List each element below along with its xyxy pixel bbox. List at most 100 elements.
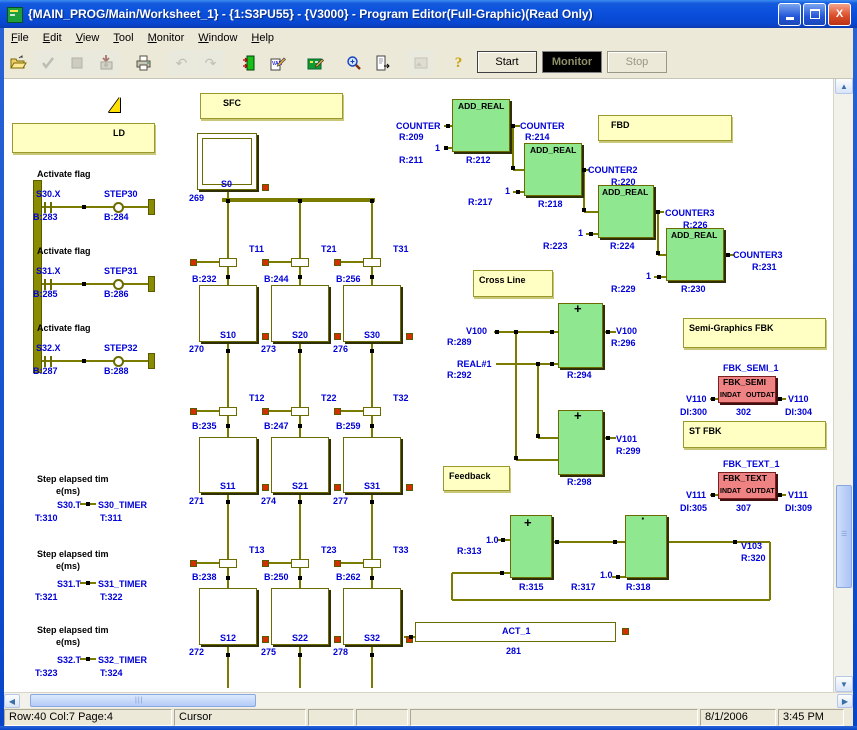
wire	[341, 261, 363, 263]
junction-dot	[446, 124, 450, 128]
note-cross-line[interactable]: Cross Line	[473, 270, 553, 297]
sfc-transition-bar[interactable]	[363, 407, 381, 416]
label: S31	[364, 481, 380, 491]
goto-icon[interactable]	[369, 50, 396, 76]
sfc-transition-bar[interactable]	[291, 407, 309, 416]
red-marker[interactable]	[262, 560, 269, 567]
label: V111	[686, 490, 706, 500]
note-feedback[interactable]: Feedback	[443, 466, 510, 491]
label: V111	[788, 490, 808, 500]
red-marker[interactable]	[262, 484, 269, 491]
red-marker[interactable]	[406, 484, 413, 491]
label: 272	[189, 647, 204, 657]
junction-dot	[582, 168, 586, 172]
help-icon[interactable]: ?	[445, 50, 472, 76]
red-marker[interactable]	[190, 560, 197, 567]
red-marker[interactable]	[190, 408, 197, 415]
label: B:262	[336, 572, 361, 582]
label: 1	[435, 143, 440, 153]
label: 275	[261, 647, 276, 657]
red-marker[interactable]	[334, 560, 341, 567]
junction-dot	[86, 502, 90, 506]
scroll-up-button[interactable]: ▲	[835, 78, 853, 94]
label: R:223	[543, 241, 568, 251]
red-marker[interactable]	[262, 333, 269, 340]
label: V110	[788, 394, 809, 404]
red-marker[interactable]	[262, 636, 269, 643]
note-label: Cross Line	[479, 275, 526, 285]
junction-dot	[500, 571, 504, 575]
junction-dot	[370, 500, 374, 504]
red-marker[interactable]	[334, 636, 341, 643]
sfc-transition-bar[interactable]	[291, 258, 309, 267]
plc-run-icon[interactable]	[235, 50, 262, 76]
monitor-button[interactable]: Monitor	[542, 51, 602, 73]
sfc-transition-bar[interactable]	[219, 258, 237, 267]
menu-item-edit[interactable]: Edit	[36, 30, 69, 46]
stop-button: Stop	[607, 51, 667, 73]
label: S20	[292, 330, 308, 340]
var-editor-icon[interactable]: VAR	[264, 50, 291, 76]
start-button[interactable]: Start	[477, 51, 537, 73]
red-marker[interactable]	[334, 259, 341, 266]
red-marker[interactable]	[334, 484, 341, 491]
wire	[299, 645, 301, 688]
board-editor-icon[interactable]	[302, 50, 329, 76]
menu-item-monitor[interactable]: Monitor	[141, 30, 192, 46]
fbd-mul-block[interactable]	[625, 515, 667, 578]
junction-dot	[778, 397, 782, 401]
red-marker[interactable]	[622, 628, 629, 635]
scroll-right-button[interactable]: ▶	[837, 694, 853, 708]
open-icon[interactable]	[5, 50, 32, 76]
sfc-transition-bar[interactable]	[363, 258, 381, 267]
menu-item-help[interactable]: Help	[244, 30, 281, 46]
menu-item-file[interactable]: File	[4, 30, 36, 46]
red-marker[interactable]	[334, 333, 341, 340]
red-marker[interactable]	[406, 333, 413, 340]
label: B:259	[336, 421, 361, 431]
note-sfc[interactable]: SFC	[200, 93, 343, 119]
note-fbd[interactable]: FBD	[598, 115, 732, 141]
label: 274	[261, 496, 276, 506]
sfc-transition-bar[interactable]	[363, 559, 381, 568]
minimize-button[interactable]	[778, 3, 801, 26]
menu-item-tool[interactable]: Tool	[106, 30, 140, 46]
canvas[interactable]: Activate flagS30.XB:283STEP30B:284Activa…	[4, 78, 833, 692]
red-marker[interactable]	[262, 259, 269, 266]
menu-item-view[interactable]: View	[69, 30, 107, 46]
junction-dot	[501, 538, 505, 542]
horizontal-scrollbar[interactable]: ◀ ||| ▶	[4, 692, 853, 708]
note-semi-graphics-fbk[interactable]: Semi-Graphics FBK	[683, 318, 826, 348]
sfc-transition-bar[interactable]	[291, 559, 309, 568]
red-marker[interactable]	[262, 184, 269, 191]
note-ld[interactable]: LD	[12, 123, 155, 153]
scroll-left-button[interactable]: ◀	[4, 694, 20, 708]
red-marker[interactable]	[262, 408, 269, 415]
label: B:238	[192, 572, 217, 582]
sfc-initial-step-inner[interactable]	[202, 138, 252, 185]
label: R:320	[741, 553, 766, 563]
sfc-transition-bar[interactable]	[219, 559, 237, 568]
title-bar[interactable]: {MAIN_PROG/Main/Worksheet_1} - {1:S3PU55…	[0, 0, 857, 28]
label: B:286	[104, 289, 129, 299]
horizontal-scroll-thumb[interactable]: |||	[30, 694, 256, 707]
status-cell	[410, 709, 698, 726]
label: B:247	[264, 421, 289, 431]
junction-dot	[511, 124, 515, 128]
wire	[512, 126, 514, 170]
red-marker[interactable]	[334, 408, 341, 415]
print-icon[interactable]	[130, 50, 157, 76]
restore-button[interactable]	[803, 3, 826, 26]
vertical-scroll-thumb[interactable]: ☰	[836, 485, 852, 588]
note-st-fbk[interactable]: ST FBK	[683, 421, 826, 448]
wire	[341, 562, 363, 564]
sfc-transition-bar[interactable]	[219, 407, 237, 416]
zoom-icon[interactable]	[340, 50, 367, 76]
red-marker[interactable]	[190, 259, 197, 266]
close-button[interactable]: X	[828, 3, 851, 26]
label: 278	[333, 647, 348, 657]
label: S30.T	[57, 500, 81, 510]
vertical-scrollbar[interactable]: ▲ ☰ ▼	[833, 78, 853, 692]
menu-item-window[interactable]: Window	[191, 30, 244, 46]
scroll-down-button[interactable]: ▼	[835, 676, 853, 692]
